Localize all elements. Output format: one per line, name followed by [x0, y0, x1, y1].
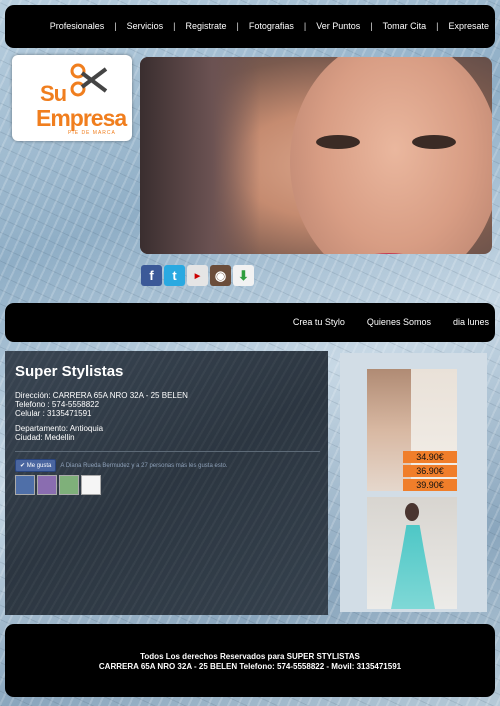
like-button[interactable]: ✔ Me gusta [15, 459, 57, 472]
hero-eye-left [316, 135, 360, 149]
logo-text-su: Su [40, 81, 67, 106]
footer-copyright: Todos Los derechos Reservados para SUPER… [140, 652, 360, 661]
subnav-item-quienes-somos[interactable]: Quienes Somos [367, 317, 431, 327]
sidebar-ads: 34.90€ 36.90€ 39.90€ [340, 353, 487, 612]
nav-item-ver-puntos[interactable]: Ver Puntos | [316, 21, 382, 31]
nav-item-tomar-cita[interactable]: Tomar Cita | [383, 21, 449, 31]
footer-contact: CARRERA 65A NRO 32A - 25 BELEN Telefono:… [98, 662, 402, 671]
dress-ad-image[interactable] [367, 497, 457, 609]
logo-text-empresa: Empresa [36, 105, 127, 131]
facebook-like-widget: ✔ Me gusta A Diana Rueda Bermudez y a 27… [15, 459, 228, 472]
avatar[interactable] [81, 475, 101, 495]
address-text: Dirección: CARRERA 65A NRO 32A - 25 BELE… [15, 391, 188, 400]
divider [15, 451, 320, 452]
avatar[interactable] [37, 475, 57, 495]
price-tag: 34.90€ [403, 451, 457, 463]
subnav-item-crea-tu-stylo[interactable]: Crea tu Stylo [293, 317, 345, 327]
price-tag: 39.90€ [403, 479, 457, 491]
nav-item-fotografias[interactable]: Fotografias | [249, 21, 316, 31]
price-tag: 36.90€ [403, 465, 457, 477]
page-title: Super Stylistas [15, 363, 124, 380]
business-info-panel: Super Stylistas Dirección: CARRERA 65A N… [5, 351, 328, 615]
nav-item-servicios[interactable]: Servicios | [127, 21, 186, 31]
department-text: Departamento: Antioquia [15, 424, 104, 433]
price-ad-image[interactable]: 34.90€ 36.90€ 39.90€ [367, 369, 457, 491]
social-links: f t ▶ ◉ ⬇ [141, 265, 254, 286]
facebook-icon[interactable]: f [141, 265, 162, 286]
hero-eye-right [412, 135, 456, 149]
hero-hair [140, 57, 260, 254]
cell-text: Celular : 3135471591 [15, 409, 92, 418]
ad-model-head [405, 503, 419, 521]
phone-text: Telefono : 574-5558822 [15, 400, 100, 409]
nav-item-registrate[interactable]: Registrate | [185, 21, 248, 31]
avatar[interactable] [15, 475, 35, 495]
instagram-icon[interactable]: ◉ [210, 265, 231, 286]
company-logo[interactable]: Su Empresa PIE DE MARCA [12, 55, 132, 141]
scissors-icon [70, 63, 108, 97]
secondary-navigation: Crea tu Stylo Quienes Somos dia lunes [5, 303, 495, 342]
hero-face [290, 57, 492, 254]
ad-dress [391, 525, 435, 609]
city-text: Ciudad: Medellin [15, 433, 75, 442]
youtube-icon[interactable]: ▶ [187, 265, 208, 286]
subnav-item-dia-lunes[interactable]: dia lunes [453, 317, 489, 327]
avatar[interactable] [59, 475, 79, 495]
twitter-icon[interactable]: t [164, 265, 185, 286]
hero-image [140, 57, 492, 254]
download-icon[interactable]: ⬇ [233, 265, 254, 286]
footer: Todos Los derechos Reservados para SUPER… [5, 624, 495, 697]
top-navigation: Profesionales | Servicios | Registrate | Fo… [5, 5, 495, 48]
logo-tagline: PIE DE MARCA [68, 130, 116, 136]
friend-avatars [15, 475, 101, 495]
nav-item-profesionales[interactable]: Profesionales | [50, 21, 127, 31]
like-text: A Diana Rueda Bermudez y a 27 personas m… [60, 462, 228, 469]
nav-item-expresate[interactable]: Expresate [448, 21, 489, 31]
